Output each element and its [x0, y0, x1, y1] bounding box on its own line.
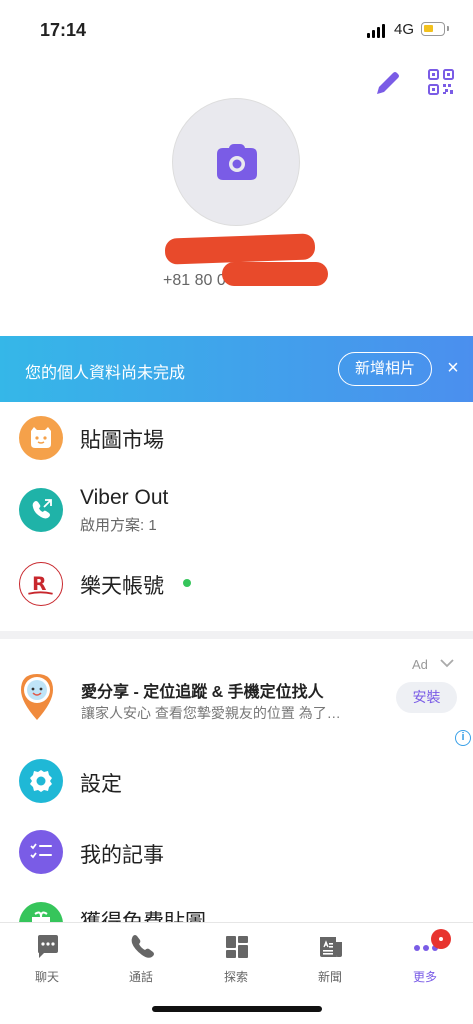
ad-app-icon[interactable]: [18, 672, 56, 722]
banner-message: 您的個人資料尚未完成: [25, 365, 186, 382]
redacted-phone: [222, 262, 328, 286]
home-indicator: [152, 1006, 322, 1012]
ad-label: Ad: [412, 657, 428, 672]
settings-icon: [19, 759, 63, 803]
tab-explore[interactable]: 探索: [189, 923, 283, 993]
viber-out-icon: [19, 488, 63, 532]
battery-icon: [421, 22, 449, 36]
tab-calls[interactable]: 通話: [94, 923, 188, 993]
sticker-market-label: 貼圖市場: [80, 429, 164, 452]
menu-item-settings[interactable]: 設定: [0, 752, 473, 810]
menu-item-sticker-market[interactable]: 貼圖市場: [0, 410, 473, 468]
viber-out-plan: 啟用方案: 1: [80, 517, 157, 534]
tab-more[interactable]: 更多: [378, 923, 472, 993]
tab-label: 聊天: [34, 970, 59, 984]
tab-label: 探索: [223, 970, 248, 984]
profile-avatar[interactable]: [172, 98, 300, 226]
settings-label: 設定: [80, 773, 122, 796]
rakuten-label: 樂天帳號: [80, 575, 164, 598]
section-divider: [0, 631, 473, 639]
phone-number: +81 80 0: [163, 272, 226, 289]
sticker-market-icon: [19, 416, 63, 460]
rakuten-icon: R: [19, 562, 63, 606]
ad-title[interactable]: 愛分享 - 定位追蹤 & 手機定位找人: [81, 678, 324, 702]
close-icon[interactable]: ×: [443, 357, 463, 379]
notes-icon: [19, 830, 63, 874]
status-time: 17:14: [40, 20, 87, 40]
menu-item-my-notes[interactable]: 我的記事: [0, 824, 473, 882]
info-icon[interactable]: i: [455, 730, 471, 746]
redacted-name: [164, 233, 316, 265]
gift-icon: [19, 902, 63, 922]
notification-badge: [431, 929, 451, 949]
tab-chat[interactable]: 聊天: [0, 923, 94, 993]
chevron-down-icon[interactable]: [440, 656, 454, 671]
network-type: 4G: [394, 21, 415, 38]
add-photo-button[interactable]: 新增相片: [338, 352, 432, 386]
online-status-dot: [183, 579, 191, 587]
tab-news[interactable]: 新聞: [283, 923, 377, 993]
tab-label: 新聞: [317, 970, 342, 984]
menu-item-free-stickers[interactable]: 獲得免費貼圖: [0, 896, 473, 922]
news-icon: [320, 937, 342, 957]
chat-icon: [38, 935, 58, 958]
install-button[interactable]: 安裝: [396, 682, 457, 713]
status-bar: 17:14 4G: [0, 0, 473, 60]
menu-item-viber-out[interactable]: Viber Out 啟用方案: 1: [0, 480, 473, 544]
ad-description: 讓家人安心 查看您摯愛親友的位置 為了…: [81, 705, 341, 721]
free-stickers-label: 獲得免費貼圖: [80, 906, 206, 922]
signal-icon: [367, 24, 389, 38]
menu-item-rakuten[interactable]: R 樂天帳號: [0, 556, 473, 612]
viber-out-label: Viber Out: [80, 486, 169, 509]
edit-icon[interactable]: [373, 68, 403, 98]
qr-code-icon[interactable]: [427, 68, 455, 96]
phone-icon: [131, 935, 154, 958]
explore-icon: [226, 936, 248, 958]
camera-icon: [217, 144, 257, 180]
tab-label: 通話: [128, 970, 153, 984]
tab-label: 更多: [412, 970, 437, 984]
my-notes-label: 我的記事: [80, 844, 164, 867]
